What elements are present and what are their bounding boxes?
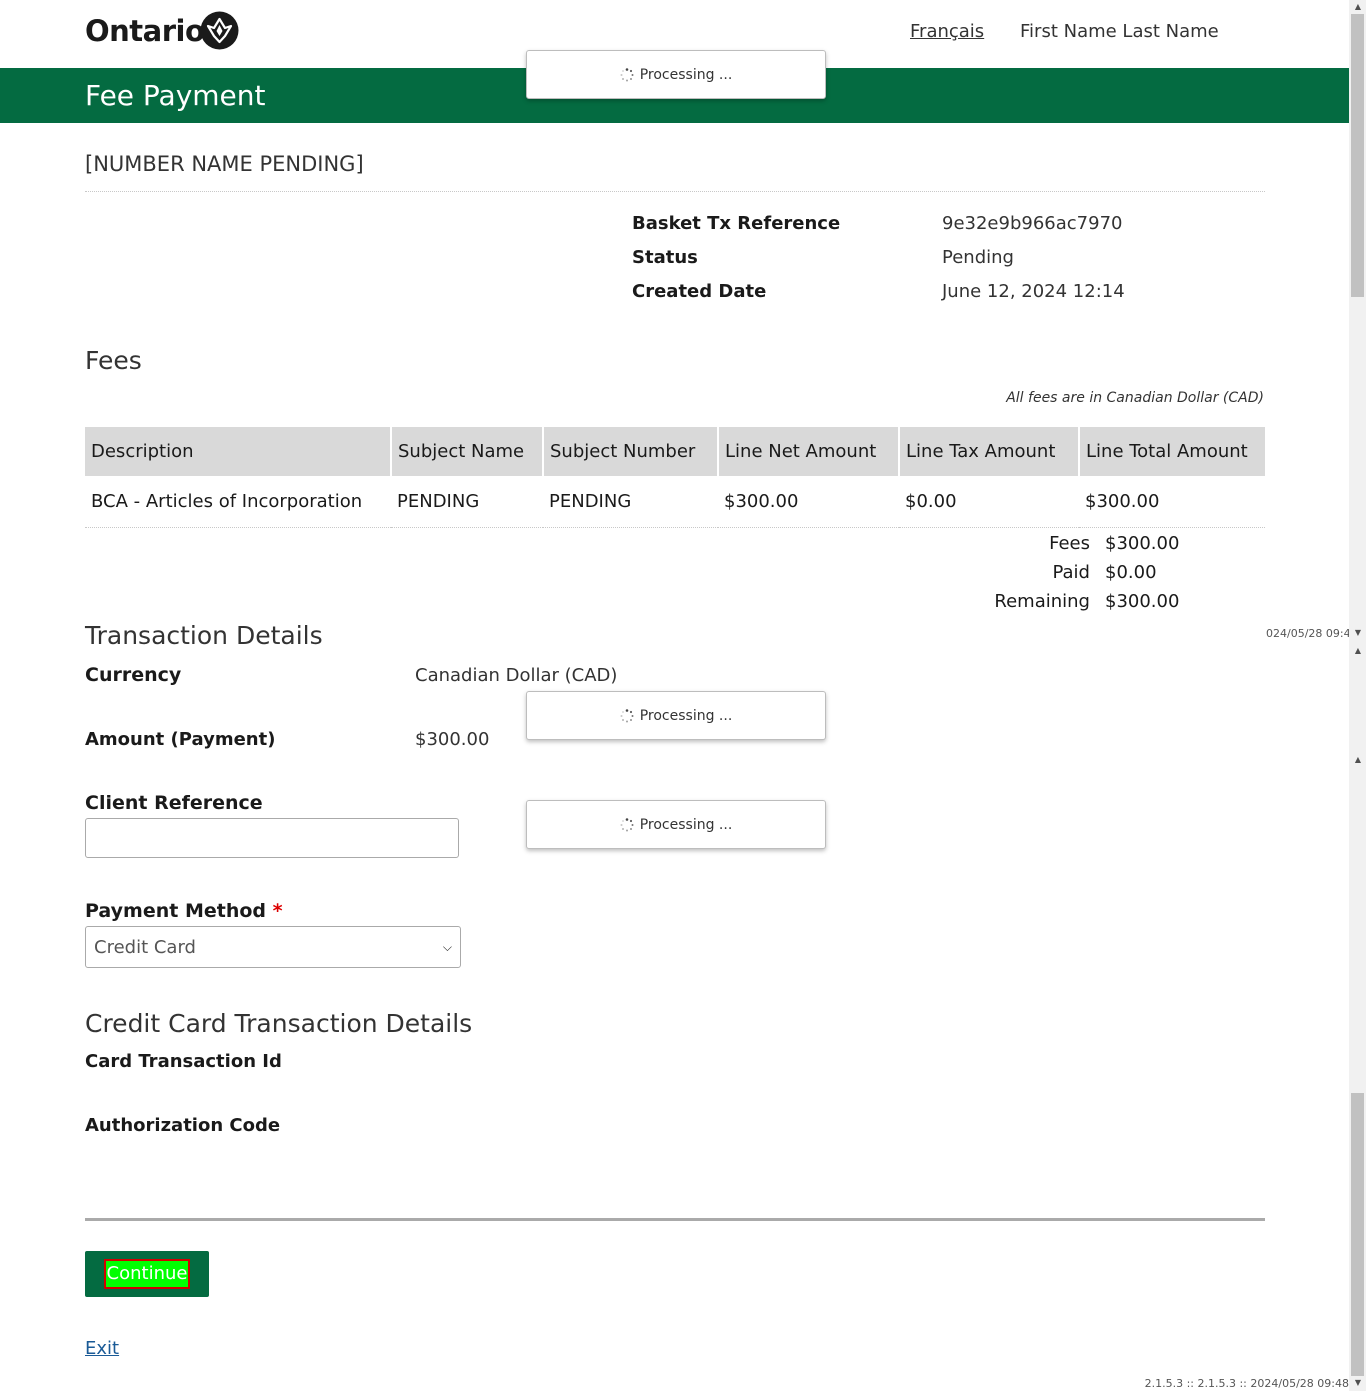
page-title: Fee Payment <box>85 79 266 112</box>
processing-toast: Processing ... <box>526 691 826 740</box>
chevron-down-icon: ⌵ <box>442 939 452 954</box>
amount-label: Amount (Payment) <box>85 729 276 750</box>
table-cell: $0.00 <box>899 476 1079 528</box>
processing-label: Processing ... <box>639 66 733 83</box>
card-transaction-id-label: Card Transaction Id <box>85 1051 282 1072</box>
column-header: Subject Name <box>390 427 543 476</box>
fees-currency-note: All fees are in Canadian Dollar (CAD) <box>1006 390 1264 406</box>
payment-method-selected-value: Credit Card <box>94 936 196 958</box>
spinner-icon <box>620 708 634 722</box>
currency-value: Canadian Dollar (CAD) <box>415 665 618 686</box>
scroll-up-arrow-icon[interactable]: ▲ <box>1352 755 1364 764</box>
credit-card-details-heading: Credit Card Transaction Details <box>85 1009 473 1038</box>
status-label: Status <box>632 247 698 268</box>
column-header: Subject Number <box>542 427 718 476</box>
table-cell: $300.00 <box>1079 476 1265 528</box>
table-cell: PENDING <box>543 476 718 528</box>
processing-toast: Processing ... <box>526 800 826 849</box>
column-header: Line Net Amount <box>717 427 899 476</box>
table-cell: PENDING <box>391 476 543 528</box>
processing-toast: Processing ... <box>526 50 826 99</box>
table-cell: BCA - Articles of Incorporation <box>85 476 391 528</box>
fees-table: Description Subject Name Subject Number … <box>85 427 1265 528</box>
table-row: BCA - Articles of Incorporation PENDING … <box>85 476 1265 528</box>
required-marker: * <box>272 900 283 922</box>
fees-table-header-row: Description Subject Name Subject Number … <box>85 427 1265 476</box>
scroll-up-arrow-icon[interactable]: ▲ <box>1352 646 1364 655</box>
summary-remaining-label: Remaining <box>994 591 1090 612</box>
ontario-trillium-icon <box>200 11 239 50</box>
processing-label: Processing ... <box>639 816 733 833</box>
scroll-up-arrow-icon[interactable]: ▲ <box>1352 2 1364 11</box>
summary-paid-label: Paid <box>1052 562 1090 583</box>
column-header: Line Tax Amount <box>898 427 1079 476</box>
summary-fees-label: Fees <box>1049 533 1090 554</box>
client-reference-input[interactable] <box>85 818 459 858</box>
column-header: Description <box>85 427 391 476</box>
user-name[interactable]: First Name Last Name <box>1020 21 1219 42</box>
exit-link[interactable]: Exit <box>85 1338 119 1359</box>
currency-label: Currency <box>85 664 182 686</box>
scrollbar-thumb[interactable] <box>1351 1093 1364 1376</box>
divider <box>85 191 1265 192</box>
scrollbar-thumb[interactable] <box>1351 14 1364 297</box>
summary-paid-value: $0.00 <box>1105 562 1157 583</box>
fees-heading: Fees <box>85 346 142 375</box>
payment-method-select[interactable]: Credit Card ⌵ <box>85 926 461 968</box>
amount-value: $300.00 <box>415 729 490 750</box>
scroll-down-arrow-icon[interactable]: ▼ <box>1352 1378 1364 1387</box>
processing-label: Processing ... <box>639 707 733 724</box>
table-cell: $300.00 <box>718 476 899 528</box>
created-date-value: June 12, 2024 12:14 <box>942 281 1125 302</box>
summary-remaining-value: $300.00 <box>1105 591 1180 612</box>
continue-button-label[interactable]: Continue <box>103 1259 191 1289</box>
side-timestamp: 024/05/28 09:48 <box>1266 627 1358 640</box>
spinner-icon <box>620 817 634 831</box>
scroll-down-arrow-icon[interactable]: ▼ <box>1352 628 1364 637</box>
basket-ref-value: 9e32e9b966ac7970 <box>942 213 1123 234</box>
payment-method-label-text: Payment Method <box>85 900 267 922</box>
summary-fees-value: $300.00 <box>1105 533 1180 554</box>
language-toggle-link[interactable]: Français <box>910 21 984 42</box>
basket-ref-label: Basket Tx Reference <box>632 213 841 234</box>
client-reference-label: Client Reference <box>85 792 263 814</box>
basket-subtitle: [NUMBER NAME PENDING] <box>85 152 364 176</box>
divider <box>85 1218 1265 1221</box>
version-footer: 2.1.5.3 :: 2.1.5.3 :: 2024/05/28 09:48 <box>1144 1377 1349 1390</box>
spinner-icon <box>620 67 634 81</box>
column-header: Line Total Amount <box>1078 427 1265 476</box>
created-date-label: Created Date <box>632 281 767 302</box>
continue-button[interactable]: Continue <box>85 1251 209 1297</box>
ontario-logo-text: Ontario <box>85 14 205 48</box>
transaction-details-heading: Transaction Details <box>85 621 323 650</box>
authorization-code-label: Authorization Code <box>85 1115 281 1136</box>
payment-method-label: Payment Method * <box>85 900 283 922</box>
status-value: Pending <box>942 247 1014 268</box>
